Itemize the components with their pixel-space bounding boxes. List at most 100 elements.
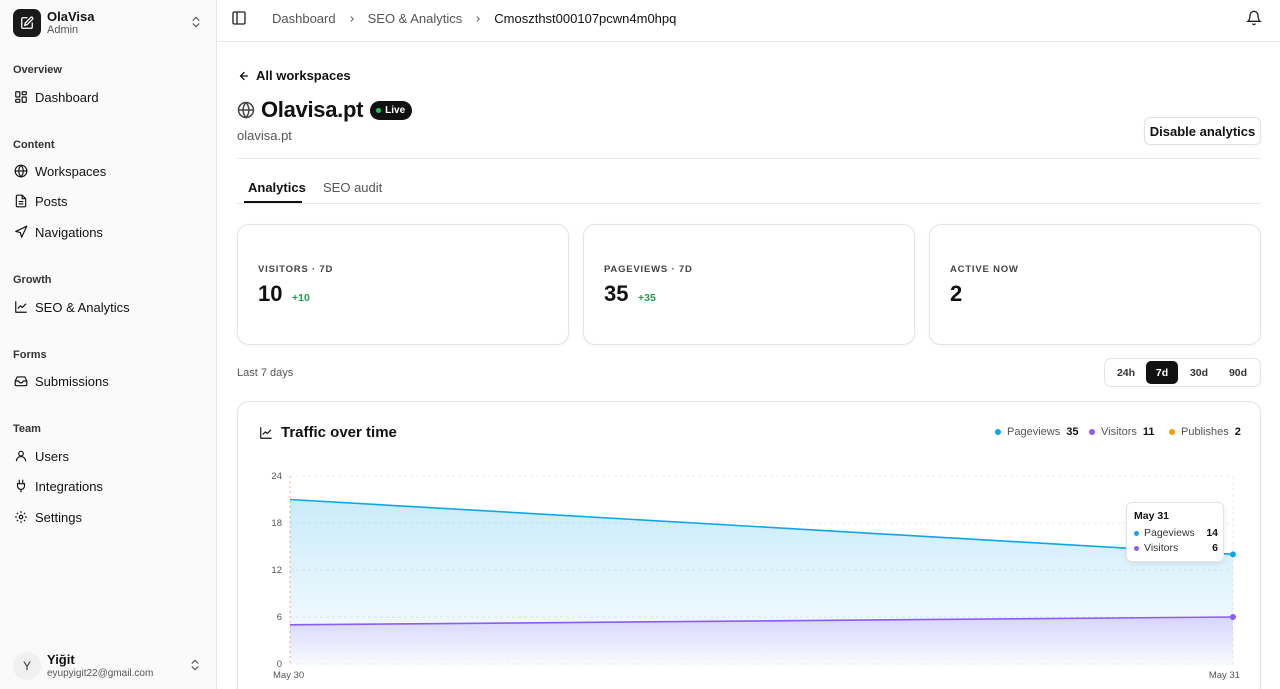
y-tick-label: 24 bbox=[271, 471, 282, 482]
globe-icon bbox=[14, 164, 28, 178]
line-chart-icon bbox=[15, 301, 27, 313]
sidebar-item-label: Users bbox=[35, 448, 69, 464]
status-badge-label: Live bbox=[385, 104, 406, 116]
tooltip-label: Pageviews bbox=[1144, 527, 1195, 539]
stat-delta: +10 bbox=[292, 292, 310, 304]
stat-card-pageviews: PAGEVIEWS · 7D 35 +35 bbox=[583, 224, 915, 345]
time-range-selector: 24h 7d 30d 90d bbox=[1104, 358, 1261, 387]
tooltip-label: Visitors bbox=[1144, 542, 1179, 554]
arrow-left-icon bbox=[239, 71, 249, 80]
bell-icon[interactable] bbox=[1245, 10, 1263, 31]
tooltip-dot-icon bbox=[1134, 545, 1139, 551]
user-name: Yiğit bbox=[47, 652, 75, 667]
series-point-pageviews bbox=[1230, 551, 1236, 558]
tab-analytics[interactable]: Analytics bbox=[248, 180, 306, 195]
active-tab-indicator bbox=[244, 201, 302, 203]
status-badge: Live bbox=[370, 100, 413, 120]
tooltip-row-visitors: Visitors 6 bbox=[1134, 542, 1218, 554]
sidebar: OlaVisa Admin Overview Dashboard Content… bbox=[0, 0, 217, 689]
y-tick-label: 0 bbox=[277, 659, 282, 670]
stat-value: 10 bbox=[258, 281, 283, 306]
sidebar-item-label: Navigations bbox=[35, 224, 103, 240]
stat-label: ACTIVE NOW bbox=[950, 264, 1019, 275]
back-to-workspaces-link[interactable]: All workspaces bbox=[238, 68, 351, 83]
range-24h-button[interactable]: 24h bbox=[1107, 361, 1145, 384]
sidebar-item-integrations[interactable]: Integrations bbox=[6, 472, 210, 500]
sidebar-item-label: Settings bbox=[35, 509, 82, 525]
page-title: Olavisa.pt bbox=[261, 97, 364, 122]
x-tick-label: May 31 bbox=[1209, 670, 1240, 681]
user-icon bbox=[15, 450, 27, 462]
stat-label: PAGEVIEWS · 7D bbox=[604, 264, 693, 275]
sidebar-item-navigations[interactable]: Navigations bbox=[6, 218, 210, 246]
tooltip-dot-icon bbox=[1134, 530, 1139, 536]
traffic-chart-card: Traffic over time Pageviews 35 Visitors … bbox=[237, 401, 1261, 689]
live-dot-icon bbox=[376, 107, 382, 113]
range-30d-button[interactable]: 30d bbox=[1180, 361, 1218, 384]
sidebar-item-seo-analytics[interactable]: SEO & Analytics bbox=[6, 293, 210, 321]
sidebar-item-dashboard[interactable]: Dashboard bbox=[6, 83, 210, 111]
sidebar-toggle-icon[interactable] bbox=[231, 10, 247, 31]
tab-bar: Analytics SEO audit bbox=[237, 172, 1261, 204]
breadcrumb-dashboard[interactable]: Dashboard bbox=[272, 11, 336, 26]
sidebar-item-posts[interactable]: Posts bbox=[6, 187, 210, 215]
site-domain: olavisa.pt bbox=[237, 128, 292, 143]
stat-card-visitors: VISITORS · 7D 10 +10 bbox=[237, 224, 569, 345]
tooltip-value: 14 bbox=[1206, 527, 1218, 539]
tooltip-title: May 31 bbox=[1134, 510, 1170, 522]
chart-tooltip: May 31 Pageviews 14 Visitors 6 bbox=[1126, 502, 1224, 562]
range-90d-button[interactable]: 90d bbox=[1219, 361, 1257, 384]
back-link-label: All workspaces bbox=[256, 68, 351, 83]
sidebar-item-submissions[interactable]: Submissions bbox=[6, 367, 210, 395]
nav-section-forms: Forms bbox=[13, 349, 47, 361]
nav-section-team: Team bbox=[13, 423, 41, 435]
nav-section-growth: Growth bbox=[13, 274, 52, 286]
site-header: Olavisa.pt Live bbox=[237, 97, 413, 123]
nav-section-overview: Overview bbox=[13, 64, 62, 76]
y-tick-label: 6 bbox=[277, 612, 282, 623]
app-role: Admin bbox=[47, 24, 79, 36]
breadcrumb-seo-analytics[interactable]: SEO & Analytics bbox=[368, 11, 463, 26]
series-point-visitors bbox=[1230, 614, 1236, 620]
top-bar: Dashboard SEO & Analytics Cmoszthst00010… bbox=[217, 0, 1280, 42]
range-note: Last 7 days bbox=[237, 367, 294, 379]
y-tick-label: 18 bbox=[271, 518, 282, 529]
workspace-switcher[interactable]: OlaVisa Admin bbox=[13, 8, 203, 38]
plug-icon bbox=[16, 479, 26, 493]
chevrons-up-down-icon bbox=[188, 658, 202, 677]
sidebar-item-settings[interactable]: Settings bbox=[6, 503, 210, 531]
tooltip-row-pageviews: Pageviews 14 bbox=[1134, 527, 1218, 539]
sidebar-item-workspaces[interactable]: Workspaces bbox=[6, 157, 210, 185]
sidebar-item-label: SEO & Analytics bbox=[35, 299, 130, 315]
stat-value: 35 bbox=[604, 281, 629, 306]
tab-seo-audit[interactable]: SEO audit bbox=[323, 180, 382, 195]
sidebar-item-label: Submissions bbox=[35, 373, 109, 389]
chart-series bbox=[289, 498, 1236, 664]
disable-analytics-button[interactable]: Disable analytics bbox=[1144, 117, 1261, 145]
sidebar-item-label: Posts bbox=[35, 193, 68, 209]
breadcrumb: Dashboard SEO & Analytics Cmoszthst00010… bbox=[272, 11, 676, 26]
sidebar-item-label: Workspaces bbox=[35, 163, 107, 179]
globe-icon bbox=[237, 101, 255, 119]
send-icon bbox=[15, 225, 28, 238]
user-menu[interactable]: Y Yiğit eyupyigit22@gmail.com bbox=[13, 650, 206, 682]
divider bbox=[237, 158, 1261, 159]
range-7d-button[interactable]: 7d bbox=[1146, 361, 1178, 384]
tooltip-value: 6 bbox=[1212, 542, 1218, 554]
y-tick-label: 12 bbox=[271, 565, 282, 576]
file-icon bbox=[15, 194, 27, 208]
traffic-chart: 0 6 12 18 24 May 30 May 31 bbox=[271, 471, 1240, 681]
nav-section-content: Content bbox=[13, 139, 55, 151]
chevron-right-icon bbox=[347, 14, 357, 24]
avatar: Y bbox=[13, 652, 41, 680]
stat-card-active-now: ACTIVE NOW 2 bbox=[929, 224, 1261, 345]
stat-delta: +35 bbox=[638, 292, 656, 304]
chevron-right-icon bbox=[473, 14, 483, 24]
app-name: OlaVisa bbox=[47, 9, 95, 24]
sidebar-item-users[interactable]: Users bbox=[6, 442, 210, 470]
gear-icon bbox=[15, 511, 27, 523]
chevrons-up-down-icon bbox=[189, 15, 203, 34]
x-tick-label: May 30 bbox=[273, 670, 304, 681]
app-logo-icon bbox=[13, 9, 41, 37]
layout-grid-icon bbox=[15, 91, 27, 103]
